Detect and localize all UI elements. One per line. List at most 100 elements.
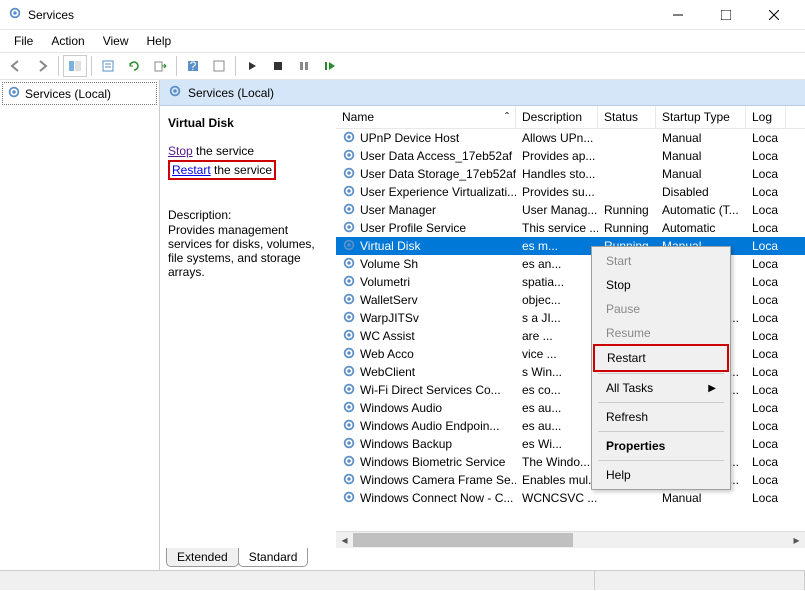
- service-icon: [342, 454, 356, 471]
- col-description[interactable]: Description: [516, 106, 598, 128]
- table-row[interactable]: Volumetrispatia...ManualLoca: [336, 273, 805, 291]
- cell-name: User Data Storage_17eb52af: [360, 167, 516, 181]
- service-icon: [342, 472, 356, 489]
- menu-help[interactable]: Help: [139, 32, 180, 50]
- table-row[interactable]: UPnP Device HostAllows UPn...ManualLoca: [336, 129, 805, 147]
- table-row[interactable]: Windows Audio Endpoin...es au...RunningA…: [336, 417, 805, 435]
- scroll-left-icon[interactable]: ◂: [336, 532, 353, 549]
- scroll-right-icon[interactable]: ▸: [788, 532, 805, 549]
- menu-item-stop[interactable]: Stop: [594, 273, 728, 297]
- cell-desc: es au...: [516, 401, 598, 415]
- table-row[interactable]: Windows Audioes au...RunningAutomaticLoc…: [336, 399, 805, 417]
- table-row[interactable]: User Data Storage_17eb52afHandles sto...…: [336, 165, 805, 183]
- cell-log: Loca: [746, 131, 786, 145]
- cell-name: Web Acco: [360, 347, 414, 361]
- table-row[interactable]: Windows Connect Now - C...WCNCSVC ... Man…: [336, 489, 805, 507]
- table-row[interactable]: User Experience Virtualizati...Provides …: [336, 183, 805, 201]
- cell-startup: Manual: [656, 491, 746, 505]
- scrollbar-horizontal[interactable]: ◂ ▸: [336, 531, 805, 548]
- service-icon: [342, 436, 356, 453]
- cell-desc: vice ...: [516, 347, 598, 361]
- cell-desc: Enables mul...: [516, 473, 598, 487]
- cell-log: Loca: [746, 329, 786, 343]
- cell-desc: s Win...: [516, 365, 598, 379]
- column-header: Nameˆ Description Status Startup Type Lo…: [336, 106, 805, 129]
- table-row[interactable]: Wi-Fi Direct Services Co...es co...Manua…: [336, 381, 805, 399]
- service-icon: [342, 292, 356, 309]
- cell-name: Windows Audio Endpoin...: [360, 419, 499, 433]
- minimize-button[interactable]: [655, 0, 701, 30]
- app-icon: [8, 6, 22, 23]
- table-row[interactable]: Volume Shes an...ManualLoca: [336, 255, 805, 273]
- service-icon: [342, 490, 356, 507]
- cell-log: Loca: [746, 365, 786, 379]
- restart-highlight: Restart the service: [168, 160, 276, 180]
- show-hide-button[interactable]: [63, 55, 87, 77]
- help-button[interactable]: ?: [181, 55, 205, 77]
- cell-log: Loca: [746, 275, 786, 289]
- cell-name: Wi-Fi Direct Services Co...: [360, 383, 501, 397]
- forward-button[interactable]: [30, 55, 54, 77]
- tab-extended[interactable]: Extended: [166, 548, 239, 567]
- refresh-button[interactable]: [122, 55, 146, 77]
- table-row[interactable]: User Data Access_17eb52afProvides ap...M…: [336, 147, 805, 165]
- info-button[interactable]: [207, 55, 231, 77]
- service-icon: [342, 382, 356, 399]
- titlebar: Services: [0, 0, 805, 30]
- tree-root[interactable]: Services (Local): [2, 82, 157, 105]
- restart-button[interactable]: [318, 55, 342, 77]
- menu-file[interactable]: File: [6, 32, 41, 50]
- scroll-thumb[interactable]: [353, 533, 573, 547]
- cell-name: Windows Audio: [360, 401, 442, 415]
- service-icon: [342, 310, 356, 327]
- menu-item-all-tasks[interactable]: All Tasks▶: [594, 376, 728, 400]
- tab-standard[interactable]: Standard: [238, 548, 309, 567]
- main-pane: Services (Local) Virtual Disk Stop the s…: [160, 80, 805, 570]
- menu-item-properties[interactable]: Properties: [594, 434, 728, 458]
- play-button[interactable]: [240, 55, 264, 77]
- cell-startup: Manual: [656, 167, 746, 181]
- stop-button[interactable]: [266, 55, 290, 77]
- cell-desc: WCNCSVC ...: [516, 491, 598, 505]
- menu-item-refresh[interactable]: Refresh: [594, 405, 728, 429]
- menu-view[interactable]: View: [95, 32, 137, 50]
- maximize-button[interactable]: [703, 0, 749, 30]
- cell-log: Loca: [746, 419, 786, 433]
- table-row[interactable]: Web Accovice ...RunningManualLoca: [336, 345, 805, 363]
- table-row[interactable]: WarpJITSvs a JI...Manual (Trig...Loca: [336, 309, 805, 327]
- export-button[interactable]: [148, 55, 172, 77]
- table-row[interactable]: WC Assistare ...RunningAutomaticLoca: [336, 327, 805, 345]
- rows-container: UPnP Device HostAllows UPn...ManualLocaU…: [336, 129, 805, 531]
- service-icon: [342, 166, 356, 183]
- table-row[interactable]: WebClients Win...Manual (Trig...Loca: [336, 363, 805, 381]
- table-row[interactable]: User Profile ServiceThis service ...Runn…: [336, 219, 805, 237]
- close-button[interactable]: [751, 0, 797, 30]
- back-button[interactable]: [4, 55, 28, 77]
- tree-root-label: Services (Local): [25, 87, 111, 101]
- pane-header-label: Services (Local): [188, 86, 274, 100]
- col-name[interactable]: Nameˆ: [336, 106, 516, 128]
- service-icon: [342, 220, 356, 237]
- cell-log: Loca: [746, 437, 786, 451]
- table-row[interactable]: Windows Biometric ServiceThe Windo...Run…: [336, 453, 805, 471]
- col-status[interactable]: Status: [598, 106, 656, 128]
- table-row[interactable]: Virtual Diskes m...RunningManualLoca: [336, 237, 805, 255]
- table-row[interactable]: Windows Backupes Wi...ManualLoca: [336, 435, 805, 453]
- menu-item-help[interactable]: Help: [594, 463, 728, 487]
- cell-name: WC Assist: [360, 329, 415, 343]
- menu-action[interactable]: Action: [43, 32, 92, 50]
- table-row[interactable]: WalletServobjec...ManualLoca: [336, 291, 805, 309]
- restart-link[interactable]: Restart: [172, 163, 211, 177]
- table-row[interactable]: Windows Camera Frame Se...Enables mul...…: [336, 471, 805, 489]
- service-icon: [342, 346, 356, 363]
- cell-log: Loca: [746, 347, 786, 361]
- cell-desc: es Wi...: [516, 437, 598, 451]
- stop-link[interactable]: Stop: [168, 144, 193, 158]
- col-log[interactable]: Log: [746, 106, 786, 128]
- table-row[interactable]: User ManagerUser Manag...RunningAutomati…: [336, 201, 805, 219]
- pause-button[interactable]: [292, 55, 316, 77]
- cell-name: Windows Connect Now - C...: [360, 491, 513, 505]
- col-startup[interactable]: Startup Type: [656, 106, 746, 128]
- properties-button[interactable]: [96, 55, 120, 77]
- menu-item-restart[interactable]: Restart: [593, 344, 729, 372]
